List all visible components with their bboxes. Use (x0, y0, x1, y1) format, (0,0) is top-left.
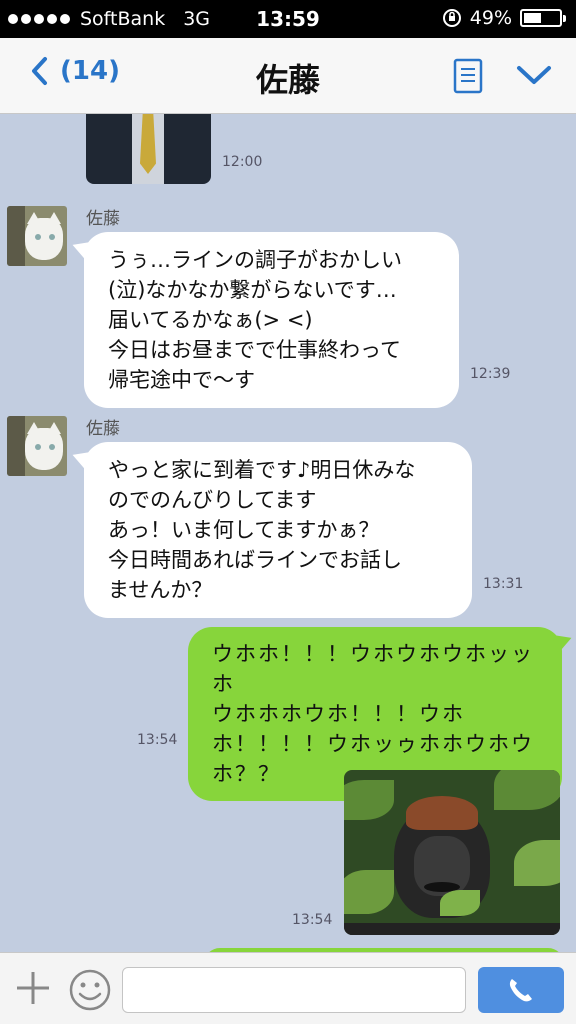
input-bar (0, 952, 576, 1024)
message-time: 13:54 (292, 912, 333, 928)
message-time: 12:00 (222, 154, 263, 170)
battery-percent: 49% (469, 7, 512, 29)
notes-icon[interactable] (453, 58, 483, 94)
message-bubble[interactable]: やっと家に到着です♪明日休みな のでのんびりしてます あっ！いま何してますかぁ？… (84, 442, 472, 618)
smiley-icon[interactable] (68, 968, 112, 1012)
chat-header: (14) 佐藤 (0, 38, 576, 114)
photo-credit-strip (344, 923, 560, 935)
message-image-suit[interactable] (86, 114, 211, 184)
chat-title: 佐藤 (255, 61, 320, 99)
call-button[interactable] (478, 967, 564, 1013)
avatar[interactable] (7, 206, 67, 266)
status-bar: SoftBank 3G 13:59 49% (0, 0, 576, 38)
avatar[interactable] (7, 416, 67, 476)
message-time: 13:31 (483, 576, 524, 592)
message-time: 13:54 (137, 732, 178, 748)
chevron-down-icon[interactable] (516, 64, 552, 86)
message-bubble[interactable]: うぅ…ラインの調子がおかしい (泣)なかなか繋がらないです… 届いてるかなぁ(>… (84, 232, 459, 408)
message-input[interactable] (122, 967, 466, 1013)
phone-icon (509, 979, 532, 1002)
message-image-gorilla[interactable] (344, 770, 560, 935)
message-time: 12:39 (470, 366, 511, 382)
plus-icon[interactable] (14, 969, 52, 1007)
sender-name: 佐藤 (86, 209, 120, 229)
chat-area[interactable]: 12:00 佐藤 うぅ…ラインの調子がおかしい (泣)なかなか繋がらないです… … (0, 114, 576, 952)
orientation-lock-icon (442, 9, 461, 27)
battery-icon (520, 9, 566, 27)
sender-name: 佐藤 (86, 419, 120, 439)
